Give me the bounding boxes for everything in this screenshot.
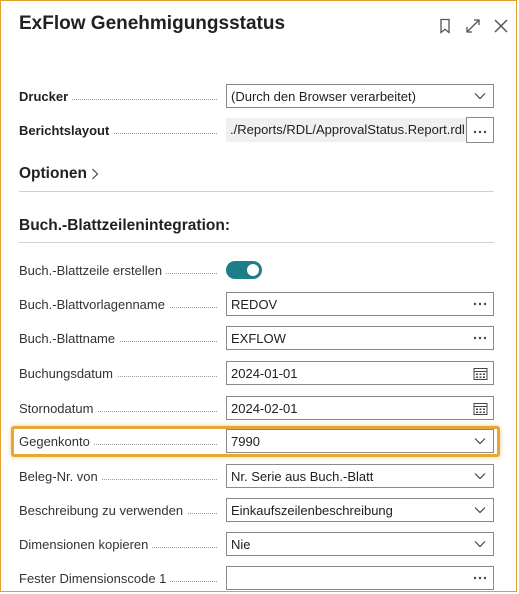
copy-dimensions-select[interactable]: Nie xyxy=(226,532,494,556)
posting-date-label: Buchungsdatum xyxy=(19,361,225,387)
batch-name-row: Buch.-Blattname EXFLOW xyxy=(19,326,494,352)
chevron-down-icon[interactable] xyxy=(467,533,493,555)
copy-dimensions-label: Dimensionen kopieren xyxy=(19,532,225,558)
description-select[interactable]: Einkaufszeilenbeschreibung xyxy=(226,498,494,522)
printer-label: Drucker xyxy=(19,84,225,110)
balance-account-row: Gegenkonto 7990 xyxy=(19,429,494,455)
options-divider xyxy=(19,191,494,192)
chevron-down-icon[interactable] xyxy=(467,465,493,487)
journal-section-divider xyxy=(19,242,494,243)
dialog-title: ExFlow Genehmigungsstatus xyxy=(19,13,286,34)
posting-date-input[interactable]: 2024-01-01 xyxy=(226,361,494,385)
posting-date-row: Buchungsdatum 2024-01-01 xyxy=(19,361,494,387)
report-layout-value: ./Reports/RDL/ApprovalStatus.Report.rdl xyxy=(226,118,466,142)
template-name-input[interactable]: REDOV xyxy=(226,292,494,316)
document-no-select[interactable]: Nr. Serie aus Buch.-Blatt xyxy=(226,464,494,488)
document-no-row: Beleg-Nr. von Nr. Serie aus Buch.-Blatt xyxy=(19,464,494,490)
description-row: Beschreibung zu verwenden Einkaufszeilen… xyxy=(19,498,494,524)
bookmark-icon[interactable] xyxy=(436,17,454,35)
toggle-knob xyxy=(247,264,259,276)
report-layout-row: Berichtslayout ./Reports/RDL/ApprovalSta… xyxy=(19,117,494,144)
create-line-toggle[interactable] xyxy=(226,261,262,279)
description-label: Beschreibung zu verwenden xyxy=(19,498,225,524)
reversal-date-row: Stornodatum 2024-02-01 xyxy=(19,396,494,422)
copy-dimensions-row: Dimensionen kopieren Nie xyxy=(19,532,494,558)
document-no-label: Beleg-Nr. von xyxy=(19,464,225,490)
fixed-dimension-input[interactable] xyxy=(226,566,494,590)
chevron-right-icon xyxy=(91,168,99,180)
ellipsis-icon[interactable] xyxy=(467,567,493,589)
calendar-icon[interactable] xyxy=(467,397,493,419)
ellipsis-icon[interactable] xyxy=(467,293,493,315)
reversal-date-label: Stornodatum xyxy=(19,396,225,422)
printer-row: Drucker (Durch den Browser verarbeitet) xyxy=(19,84,494,110)
calendar-icon[interactable] xyxy=(467,362,493,384)
fixed-dimension-label: Fester Dimensionscode 1 xyxy=(19,566,225,592)
options-section-toggle[interactable]: Optionen xyxy=(19,165,99,183)
ellipsis-icon xyxy=(473,121,487,139)
balance-account-label: Gegenkonto xyxy=(19,429,225,455)
batch-name-input[interactable]: EXFLOW xyxy=(226,326,494,350)
expand-icon[interactable] xyxy=(464,17,482,35)
template-name-label: Buch.-Blattvorlagenname xyxy=(19,292,225,318)
printer-select[interactable]: (Durch den Browser verarbeitet) xyxy=(226,84,494,108)
journal-section-title: Buch.-Blattzeilenintegration: xyxy=(19,217,230,234)
template-name-row: Buch.-Blattvorlagenname REDOV xyxy=(19,292,494,318)
balance-account-select[interactable]: 7990 xyxy=(226,429,494,453)
report-layout-lookup-button[interactable] xyxy=(466,117,494,143)
chevron-down-icon[interactable] xyxy=(467,499,493,521)
report-request-dialog: ExFlow Genehmigungsstatus Drucker (Durch… xyxy=(0,0,517,592)
reversal-date-input[interactable]: 2024-02-01 xyxy=(226,396,494,420)
ellipsis-icon[interactable] xyxy=(467,327,493,349)
batch-name-label: Buch.-Blattname xyxy=(19,326,225,352)
create-line-label: Buch.-Blattzeile erstellen xyxy=(19,258,225,284)
report-layout-label: Berichtslayout xyxy=(19,118,225,144)
create-line-row: Buch.-Blattzeile erstellen xyxy=(19,258,494,284)
close-icon[interactable] xyxy=(492,17,510,35)
fixed-dimension-row: Fester Dimensionscode 1 xyxy=(19,566,494,592)
chevron-down-icon[interactable] xyxy=(467,430,493,452)
chevron-down-icon[interactable] xyxy=(467,85,493,107)
